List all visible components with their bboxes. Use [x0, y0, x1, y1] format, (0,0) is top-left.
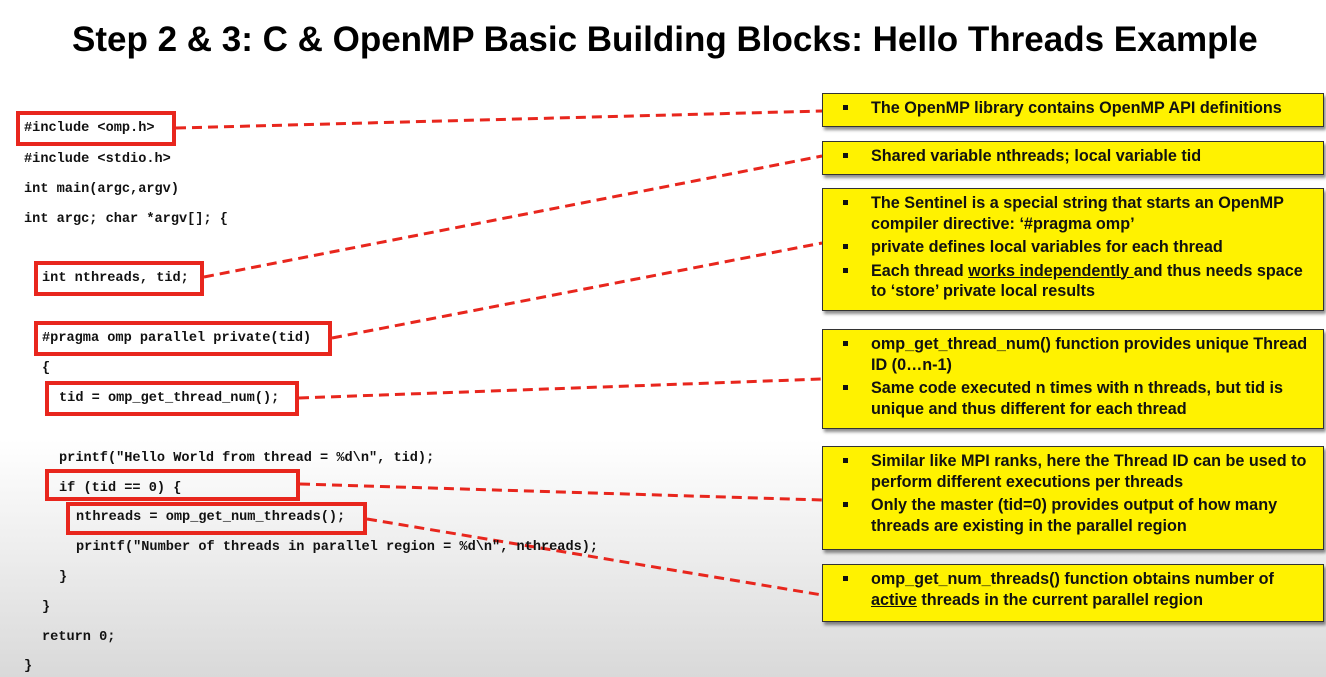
- note-bullet: Similar like MPI ranks, here the Thread …: [823, 451, 1313, 492]
- slide: Step 2 & 3: C & OpenMP Basic Building Bl…: [0, 0, 1326, 677]
- code-line-close-parallel: }: [42, 600, 51, 615]
- highlight-include-omp: [16, 111, 176, 146]
- note-bullet: The OpenMP library contains OpenMP API d…: [823, 98, 1313, 119]
- note-sentinel: The Sentinel is a special string that st…: [822, 188, 1324, 311]
- highlight-get-num-threads: [66, 502, 367, 535]
- code-line-close-if: }: [59, 570, 68, 585]
- note-mpi-ranks: Similar like MPI ranks, here the Thread …: [822, 446, 1324, 550]
- note-bullet: Only the master (tid=0) provides output …: [823, 495, 1313, 536]
- code-line-return: return 0;: [42, 630, 116, 645]
- connector-1: [175, 109, 823, 130]
- note-bullet: Each thread works independently and thus…: [823, 261, 1313, 302]
- code-line-printf-number: printf("Number of threads in parallel re…: [76, 540, 599, 555]
- note-text: threads in the current parallel region: [916, 590, 1203, 609]
- connector-6: [366, 517, 823, 597]
- highlight-pragma: [34, 321, 332, 356]
- code-line-include-stdio: #include <stdio.h>: [24, 152, 171, 167]
- code-line-argc: int argc; char *argv[]; {: [24, 212, 228, 227]
- highlight-if: [45, 469, 300, 501]
- code-line-open-brace: {: [42, 361, 51, 376]
- note-bullet: Same code executed n times with n thread…: [823, 378, 1313, 419]
- note-text: Each thread: [871, 261, 969, 280]
- note-num-threads: omp_get_num_threads() function obtains n…: [822, 564, 1324, 622]
- connector-3: [331, 241, 823, 340]
- note-shared-variable: Shared variable nthreads; local variable…: [822, 141, 1324, 175]
- code-line-close-main: }: [24, 659, 33, 674]
- code-line-printf-hello: printf("Hello World from thread = %d\n",…: [59, 451, 435, 466]
- note-omp-library: The OpenMP library contains OpenMP API d…: [822, 93, 1324, 127]
- note-text: omp_get_num_threads() function obtains n…: [871, 570, 1274, 588]
- slide-title: Step 2 & 3: C & OpenMP Basic Building Bl…: [72, 20, 1258, 59]
- connector-5: [299, 482, 823, 502]
- code-line-main: int main(argc,argv): [24, 182, 179, 197]
- connector-4: [298, 377, 823, 400]
- note-underlined-text: works independently: [968, 261, 1134, 280]
- highlight-declare: [34, 261, 204, 296]
- note-underlined-text: active: [871, 590, 917, 609]
- note-thread-num: omp_get_thread_num() function provides u…: [822, 329, 1324, 429]
- note-bullet: Shared variable nthreads; local variable…: [823, 146, 1313, 167]
- note-bullet: The Sentinel is a special string that st…: [823, 193, 1313, 234]
- note-bullet: private defines local variables for each…: [823, 237, 1313, 258]
- highlight-get-thread-num: [45, 381, 299, 416]
- note-bullet: omp_get_thread_num() function provides u…: [823, 334, 1313, 375]
- connector-2: [203, 154, 823, 279]
- note-bullet: omp_get_num_threads() function obtains n…: [823, 569, 1313, 610]
